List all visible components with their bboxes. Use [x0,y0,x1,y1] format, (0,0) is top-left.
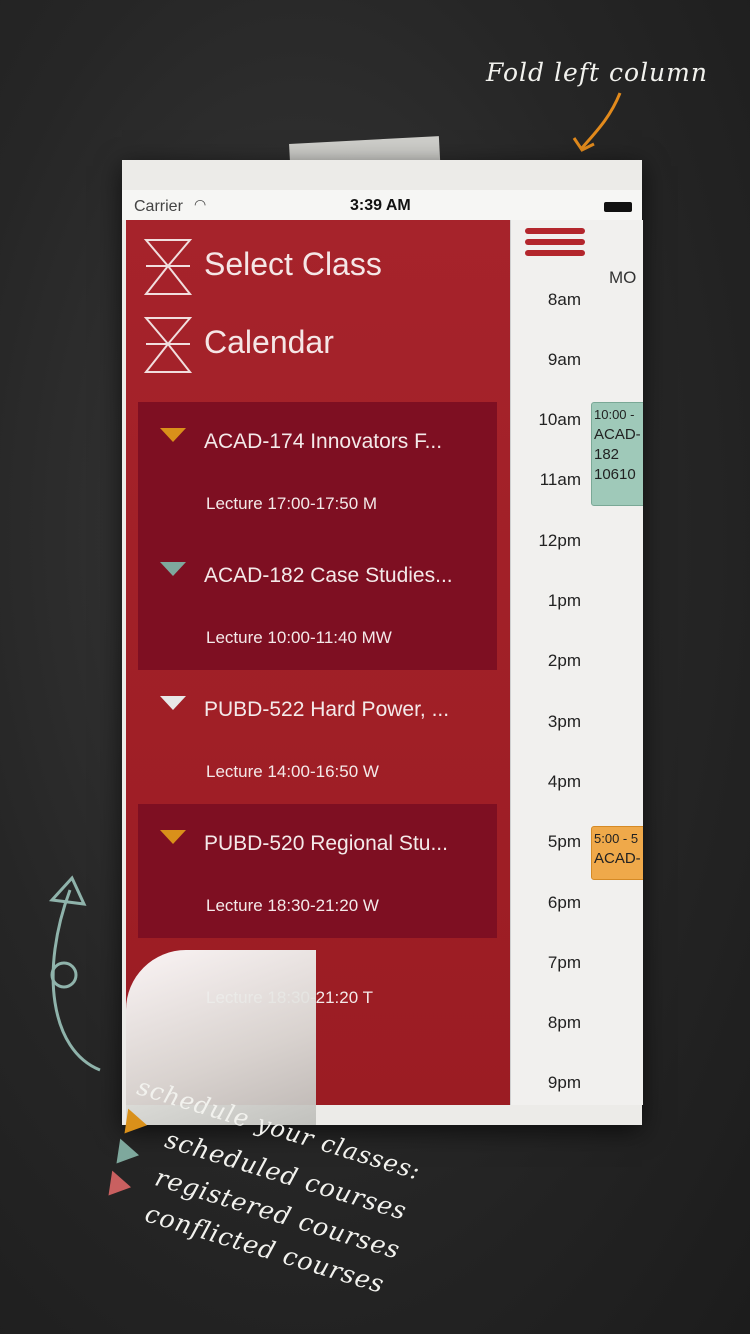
calendar-event-acad-182[interactable]: 10:00 - ACAD- 182 10610 [591,402,643,506]
course-title: PUBD-520 Regional Stu... [204,832,448,855]
hour-label: 8pm [547,1013,581,1032]
menu-label-calendar: Calendar [204,324,334,360]
course-lecture: Lecture 14:00-16:50 W [206,762,379,781]
course-item-acad-174[interactable]: ACAD-174 Innovators F... Lecture 17:00-1… [138,402,497,536]
course-item-acad-182[interactable]: ACAD-182 Case Studies... Lecture 10:00-1… [138,536,497,670]
hour-label: 3pm [547,712,581,731]
calendar-event-acad-174[interactable]: 5:00 - 5 ACAD- [591,826,643,880]
calendar-panel: MO 8am 9am 10am 11am 12pm 1pm 2pm 3pm 4p… [510,220,643,1105]
app-logo-icon [143,239,193,295]
course-item-pubd-522[interactable]: PUBD-522 Hard Power, ... Lecture 14:00-1… [138,670,497,804]
fold-left-column-note: Fold left column [486,58,708,87]
hour-label: 12pm [538,531,581,550]
event-line: 182 [594,446,620,463]
event-line: ACAD- [594,426,641,443]
hamburger-menu-icon[interactable] [525,228,585,258]
course-title: ACAD-182 Case Studies... [204,564,453,587]
event-time: 10:00 - [594,407,635,422]
hour-label: 5pm [547,832,581,851]
hour-label: 9pm [547,1073,581,1092]
course-lecture: Lecture 10:00-11:40 MW [206,628,392,647]
day-header-monday: MO [609,268,637,287]
wifi-icon: ◠ [194,196,207,212]
status-bar: Carrier ◠ 3:39 AM [122,190,642,220]
status-time: 3:39 AM [350,197,411,214]
menu-item-calendar[interactable]: Calendar [126,312,510,376]
hour-label: 8am [547,290,581,309]
expand-triangle-icon[interactable] [160,562,186,576]
event-line: ACAD- [594,850,641,867]
phone-screen: Carrier ◠ 3:39 AM Select Class Calendar … [122,160,643,1125]
conflicted-marker-icon [100,1166,132,1196]
battery-icon [604,202,632,212]
hour-label: 10am [538,410,581,429]
hour-label: 7pm [547,953,581,972]
registered-marker-icon [108,1134,140,1164]
menu-item-select-class[interactable]: Select Class [126,234,510,298]
course-lecture: Lecture 18:30-21:20 W [206,896,379,915]
course-title: PUBD-522 Hard Power, ... [204,698,450,721]
menu-label-select-class: Select Class [204,246,382,282]
course-title: ACAD-174 Innovators F... [204,430,443,453]
hour-label: 9am [547,350,581,369]
carrier-label: Carrier [134,198,183,215]
course-lecture: Lecture 17:00-17:50 M [206,494,378,513]
event-line: 10610 [594,466,636,483]
hour-label: 4pm [547,772,581,791]
fold-arrow-icon [572,92,622,152]
chalk-arrow-icon [48,875,101,1072]
expand-triangle-icon[interactable] [160,428,186,442]
expand-triangle-icon[interactable] [160,830,186,844]
course-item-pubd-520[interactable]: PUBD-520 Regional Stu... Lecture 18:30-2… [138,804,497,938]
hour-label: 2pm [547,651,581,670]
hour-label: 6pm [547,893,581,912]
hour-label: 11am [539,470,581,489]
event-time: 5:00 - 5 [594,831,639,846]
app-logo-icon [143,317,193,373]
expand-triangle-icon[interactable] [160,696,186,710]
hour-label: 1pm [547,591,581,610]
